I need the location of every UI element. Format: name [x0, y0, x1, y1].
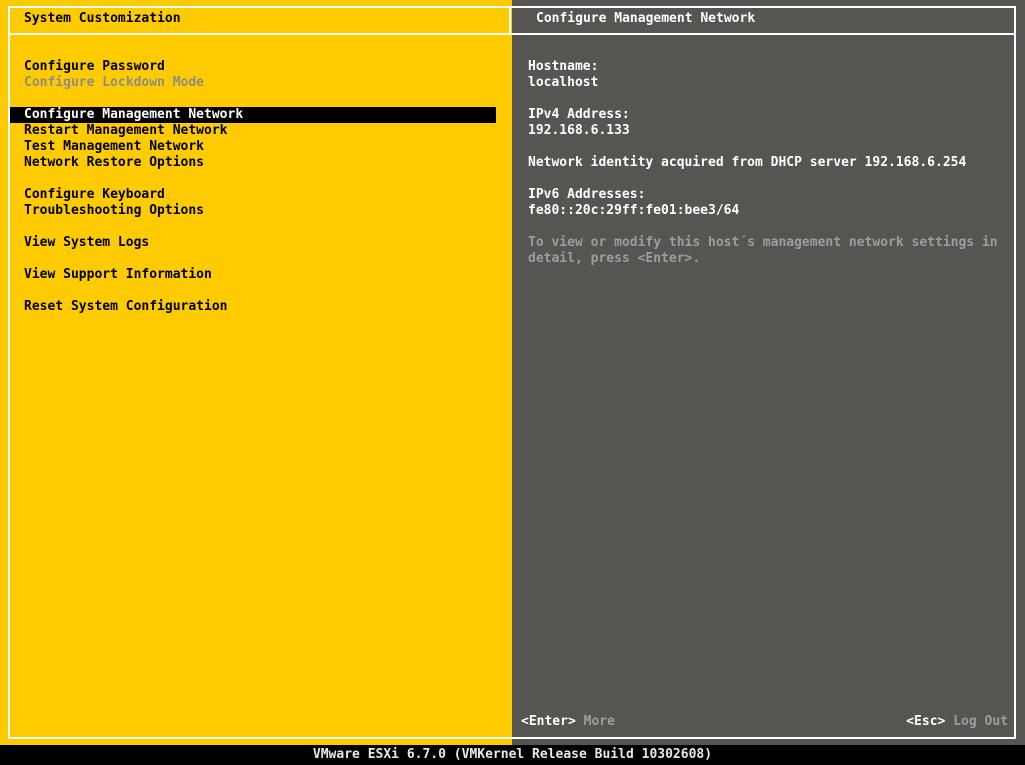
menu-item-configure-lockdown-mode[interactable]: Configure Lockdown Mode — [10, 75, 496, 91]
enter-more-action[interactable]: <Enter> More — [521, 714, 615, 730]
header-divider-line — [509, 6, 511, 35]
menu-item-configure-password[interactable]: Configure Password — [10, 59, 496, 75]
menu-gap — [10, 251, 496, 267]
ipv6-label: IPv6 Addresses: — [528, 187, 646, 202]
right-title-underline — [512, 33, 1014, 35]
menu-gap — [10, 283, 496, 299]
enter-key-label: More — [583, 714, 615, 729]
menu-gap — [10, 91, 496, 107]
hostname-label: Hostname: — [528, 59, 599, 74]
menu-item-restart-management-network[interactable]: Restart Management Network — [10, 123, 496, 139]
menu-item-configure-keyboard[interactable]: Configure Keyboard — [10, 187, 496, 203]
esc-logout-action[interactable]: <Esc> Log Out — [906, 714, 1008, 730]
menu-gap — [10, 219, 496, 235]
right-panel-title: Configure Management Network — [536, 11, 756, 26]
left-panel-title: System Customization — [24, 11, 181, 26]
menu-item-configure-management-network[interactable]: Configure Management Network — [10, 107, 496, 123]
ipv4-label: IPv4 Address: — [528, 107, 630, 122]
dhcp-notice: Network identity acquired from DHCP serv… — [528, 155, 967, 170]
ipv4-value: 192.168.6.133 — [528, 123, 630, 138]
menu-item-view-system-logs[interactable]: View System Logs — [10, 235, 496, 251]
menu-item-network-restore-options[interactable]: Network Restore Options — [10, 155, 496, 171]
dcui-screen: System Customization Configure Password C… — [0, 0, 1025, 765]
menu-item-troubleshooting-options[interactable]: Troubleshooting Options — [10, 203, 496, 219]
ipv6-value: fe80::20c:29ff:fe01:bee3/64 — [528, 203, 740, 218]
menu-item-view-support-information[interactable]: View Support Information — [10, 267, 496, 283]
esc-key-hint: <Esc> — [906, 714, 946, 729]
hint-line-2: detail, press <Enter>. — [528, 251, 701, 266]
version-status-bar: VMware ESXi 6.7.0 (VMKernel Release Buil… — [0, 745, 1025, 765]
left-title-underline — [8, 33, 512, 35]
menu-item-test-management-network[interactable]: Test Management Network — [10, 139, 496, 155]
menu-list: Configure Password Configure Lockdown Mod… — [10, 59, 496, 315]
hostname-value: localhost — [528, 75, 599, 90]
console-main: System Customization Configure Password C… — [0, 0, 1025, 745]
menu-item-reset-system-configuration[interactable]: Reset System Configuration — [10, 299, 496, 315]
management-network-panel: Configure Management Network Hostname: l… — [512, 0, 1025, 745]
menu-gap — [10, 171, 496, 187]
system-customization-panel: System Customization Configure Password C… — [0, 0, 512, 745]
esc-key-label: Log Out — [953, 714, 1008, 729]
enter-key-hint: <Enter> — [521, 714, 576, 729]
hint-line-1: To view or modify this host´s management… — [528, 235, 998, 250]
key-hints-footer: <Enter> More <Esc> Log Out — [521, 714, 1008, 730]
network-info: Hostname: localhost IPv4 Address: 192.16… — [528, 59, 1008, 267]
